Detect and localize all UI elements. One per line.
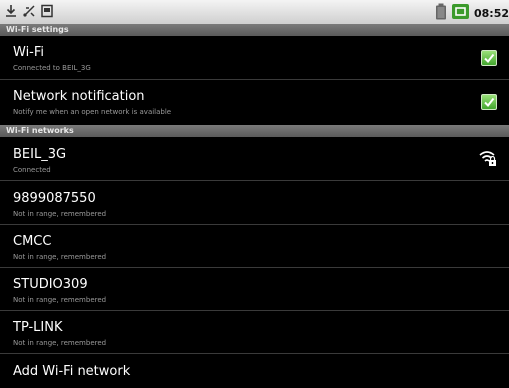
- wifi-toggle-subtitle: Connected to BEIL_3G: [13, 64, 91, 72]
- network-notification-checkbox[interactable]: [481, 94, 497, 110]
- battery-icon: [435, 3, 447, 24]
- network-row-9899087550[interactable]: 9899087550 Not in range, remembered: [0, 181, 509, 225]
- network-notification-subtitle: Notify me when an open network is availa…: [13, 108, 172, 116]
- network-status: Not in range, remembered: [13, 253, 107, 261]
- network-row-tp-link[interactable]: TP-LINK Not in range, remembered: [0, 311, 509, 354]
- section-header-wifi-networks: Wi-Fi networks: [0, 125, 509, 137]
- network-row-cmcc[interactable]: CMCC Not in range, remembered: [0, 225, 509, 268]
- wifi-toggle-title: Wi-Fi: [13, 45, 45, 60]
- network-status: Not in range, remembered: [13, 296, 107, 304]
- network-name: BEIL_3G: [13, 147, 67, 162]
- network-row-studio309[interactable]: STUDIO309 Not in range, remembered: [0, 268, 509, 311]
- download-icon: [4, 3, 18, 22]
- network-row-beil-3g[interactable]: BEIL_3G Connected: [0, 137, 509, 181]
- network-name: 9899087550: [13, 191, 96, 206]
- network-status: Not in range, remembered: [13, 339, 107, 347]
- network-name: STUDIO309: [13, 277, 88, 292]
- usb-debug-icon: [22, 3, 36, 22]
- wifi-checkbox[interactable]: [481, 50, 497, 66]
- clock: 08:52: [473, 7, 509, 20]
- sd-card-icon: [40, 3, 54, 22]
- wifi-locked-icon: [479, 149, 497, 171]
- section-header-wifi-settings: Wi-Fi settings: [0, 24, 509, 36]
- network-name: CMCC: [13, 234, 52, 249]
- add-wifi-network-label: Add Wi-Fi network: [13, 364, 131, 379]
- network-name: TP-LINK: [13, 320, 63, 335]
- signal-icon: [451, 3, 469, 24]
- network-notification-title: Network notification: [13, 89, 145, 104]
- status-bar: 08:52: [0, 0, 509, 24]
- network-status: Not in range, remembered: [13, 210, 107, 218]
- add-wifi-network-button[interactable]: Add Wi-Fi network: [0, 354, 509, 388]
- wifi-toggle-row[interactable]: Wi-Fi Connected to BEIL_3G: [0, 36, 509, 80]
- network-status: Connected: [13, 166, 51, 174]
- network-notification-row[interactable]: Network notification Notify me when an o…: [0, 80, 509, 124]
